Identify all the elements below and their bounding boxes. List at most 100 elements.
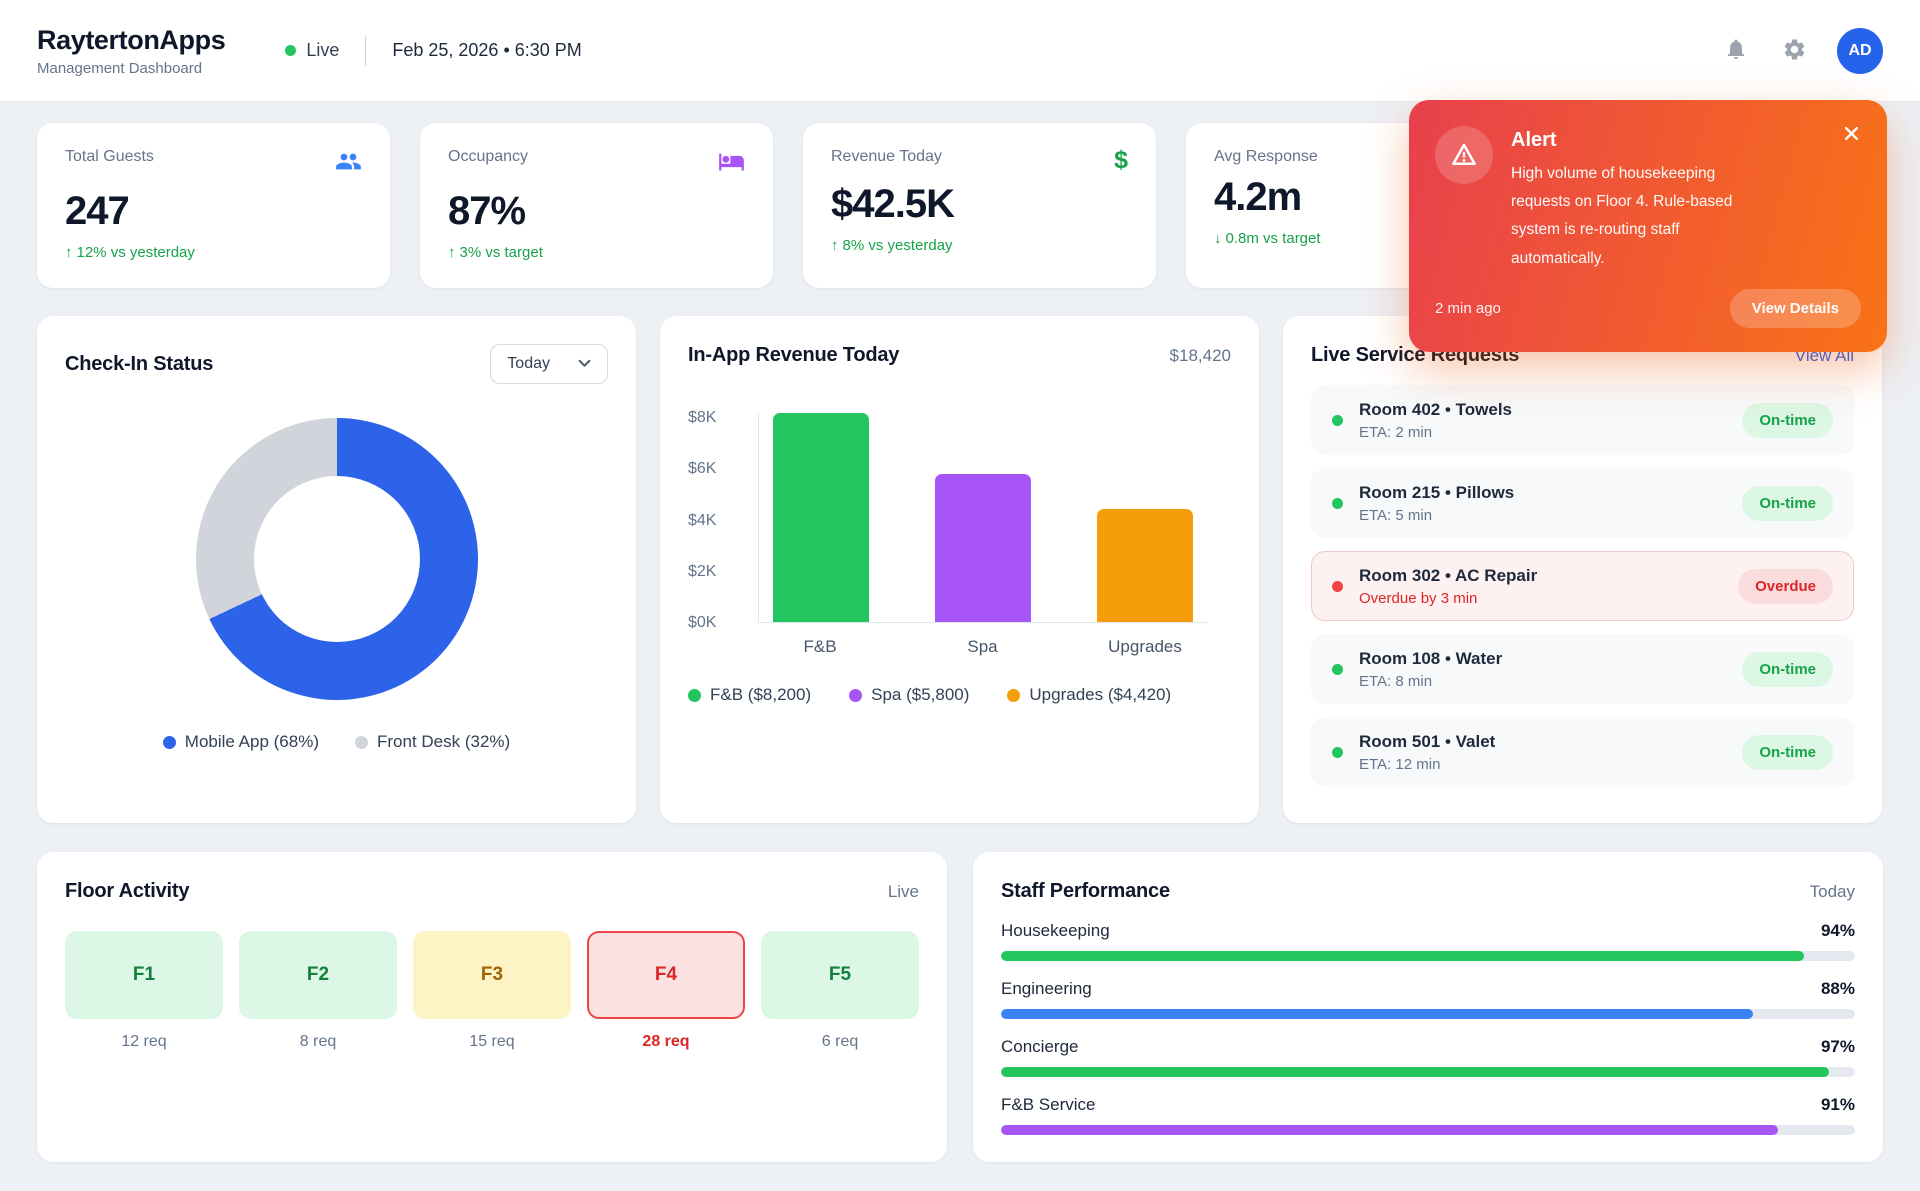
checkin-title: Check-In Status: [65, 353, 213, 376]
staff-label: F&B Service: [1001, 1095, 1095, 1115]
status-badge: On-time: [1742, 735, 1833, 770]
legend-label: Upgrades ($4,420): [1029, 685, 1171, 705]
floor-tile-f3[interactable]: F3: [413, 931, 571, 1019]
app-title: RaytertonApps: [37, 25, 225, 56]
live-dot-icon: [285, 45, 296, 56]
gear-icon: [1782, 37, 1807, 65]
service-request-room: Room 501 • Valet: [1359, 732, 1495, 752]
delta-text: 12% vs yesterday: [77, 244, 195, 261]
brand-block: RaytertonApps Management Dashboard: [37, 25, 225, 77]
progress-fill: [1001, 1067, 1829, 1077]
floor-tile-f1[interactable]: F1: [65, 931, 223, 1019]
staff-label: Housekeeping: [1001, 921, 1110, 941]
delta-arrow-icon: ↑: [831, 237, 839, 254]
staff-percent: 91%: [1821, 1095, 1855, 1115]
status-dot-icon: [1332, 747, 1343, 758]
bar-f-b: [773, 413, 869, 622]
service-request-row[interactable]: Room 302 • AC RepairOverdue by 3 minOver…: [1311, 551, 1854, 621]
settings-button[interactable]: [1778, 33, 1811, 69]
toast-message: High volume of housekeeping requests on …: [1511, 160, 1763, 273]
checkin-status-card: Check-In Status Today Mobile App (68%) Fr…: [37, 316, 636, 823]
staff-performance-title: Staff Performance: [1001, 880, 1170, 903]
service-requests-card: Live Service Requests View All Room 402 …: [1283, 316, 1882, 823]
service-request-row[interactable]: Room 501 • Valet ETA: 12 min On-time: [1311, 717, 1854, 787]
stat-label: Revenue Today: [831, 148, 942, 166]
floor-activity-card: Floor Activity Live F112 reqF28 reqF315 …: [37, 852, 947, 1162]
service-request-row[interactable]: Room 108 • WaterETA: 8 minOn-time: [1311, 634, 1854, 704]
floor-tile-f5[interactable]: F5: [761, 931, 919, 1019]
service-request-room: Room 215 • Pillows: [1359, 483, 1514, 503]
service-request-room: Room 108 • Water: [1359, 649, 1502, 669]
legend-label: Mobile App (68%): [185, 732, 319, 752]
service-request-eta: ETA: 8 min: [1359, 673, 1502, 690]
progress-track: [1001, 1125, 1855, 1135]
header-datetime: Feb 25, 2026 • 6:30 PM: [392, 40, 581, 61]
period-select[interactable]: Today: [490, 344, 608, 384]
live-status: Live: [285, 40, 339, 61]
staff-rows: Housekeeping94%Engineering88%Concierge97…: [1001, 921, 1855, 1135]
service-request-room: Room 402 • Towels: [1359, 400, 1512, 420]
stat-card-revenue-today: Revenue Today$$42.5K↑8% vs yesterday: [803, 123, 1156, 288]
staff-row-concierge: Concierge97%: [1001, 1037, 1855, 1077]
revenue-bar-chart: $0K$2K$4K$6K$8K: [688, 413, 1231, 623]
delta-arrow-icon: ↓: [1214, 230, 1222, 247]
delta-text: 0.8m vs target: [1226, 230, 1321, 247]
service-request-eta: ETA: 5 min: [1359, 507, 1514, 524]
chevron-down-icon: [578, 355, 591, 373]
service-request-info: Room 501 • Valet ETA: 12 min: [1359, 732, 1495, 773]
floor-activity-badge: Live: [888, 882, 919, 902]
legend-dot-icon: [355, 736, 368, 749]
status-dot-icon: [1332, 664, 1343, 675]
revenue-x-labels: F&B Spa Upgrades: [758, 637, 1207, 657]
legend-dot-icon: [1007, 689, 1020, 702]
view-details-button[interactable]: View Details: [1730, 289, 1861, 328]
floor-column-f3: F3 15 req: [413, 931, 571, 1051]
revenue-card: In-App Revenue Today $18,420 $0K$2K$4K$6…: [660, 316, 1259, 823]
service-request-room: Room 302 • AC Repair: [1359, 566, 1537, 586]
legend-item-spa: Spa ($5,800): [849, 685, 969, 705]
service-request-row[interactable]: Room 402 • TowelsETA: 2 minOn-time: [1311, 385, 1854, 455]
service-request-info: Room 108 • Water ETA: 8 min: [1359, 649, 1502, 690]
x-axis-label: Spa: [935, 637, 1031, 657]
stat-delta: ↑8% vs yesterday: [831, 237, 1128, 254]
live-label: Live: [306, 40, 339, 61]
floor-column-f1: F112 req: [65, 931, 223, 1051]
legend-dot-icon: [849, 689, 862, 702]
legend-item-mobile-app: Mobile App (68%): [163, 732, 319, 752]
progress-track: [1001, 1067, 1855, 1077]
notifications-button[interactable]: [1720, 33, 1752, 68]
alert-toast: Alert High volume of housekeeping reques…: [1409, 100, 1887, 352]
staff-percent: 88%: [1821, 979, 1855, 999]
floor-tile-f2[interactable]: F2: [239, 931, 397, 1019]
service-request-eta: ETA: 12 min: [1359, 756, 1495, 773]
legend-item-front-desk: Front Desk (32%): [355, 732, 510, 752]
y-axis-tick: $6K: [688, 460, 716, 478]
status-dot-icon: [1332, 581, 1343, 592]
delta-arrow-icon: ↑: [448, 244, 456, 261]
x-axis-label: Upgrades: [1097, 637, 1193, 657]
floor-tile-f4[interactable]: F4: [587, 931, 745, 1019]
floor-request-count: 15 req: [413, 1033, 571, 1051]
close-icon: [1844, 129, 1859, 144]
staff-label: Concierge: [1001, 1037, 1079, 1057]
revenue-total: $18,420: [1170, 346, 1231, 366]
x-axis-label: F&B: [772, 637, 868, 657]
staff-row-engineering: Engineering88%: [1001, 979, 1855, 1019]
service-request-eta: ETA: 2 min: [1359, 424, 1512, 441]
user-avatar[interactable]: AD: [1837, 28, 1883, 74]
bell-icon: [1724, 37, 1748, 64]
checkin-legend: Mobile App (68%) Front Desk (32%): [65, 732, 608, 752]
y-axis-tick: $2K: [688, 563, 716, 581]
floor-request-count: 8 req: [239, 1033, 397, 1051]
legend-label: F&B ($8,200): [710, 685, 811, 705]
stat-delta: ↑12% vs yesterday: [65, 244, 362, 261]
progress-fill: [1001, 1125, 1778, 1135]
floor-request-count: 28 req: [587, 1033, 745, 1051]
status-dot-icon: [1332, 415, 1343, 426]
staff-performance-card: Staff Performance Today Housekeeping94%E…: [973, 852, 1883, 1162]
toast-close-button[interactable]: [1842, 124, 1861, 146]
service-request-row[interactable]: Room 215 • PillowsETA: 5 minOn-time: [1311, 468, 1854, 538]
stat-label: Occupancy: [448, 148, 528, 166]
stat-card-occupancy: Occupancy87%↑3% vs target: [420, 123, 773, 288]
y-axis-tick: $4K: [688, 512, 716, 530]
